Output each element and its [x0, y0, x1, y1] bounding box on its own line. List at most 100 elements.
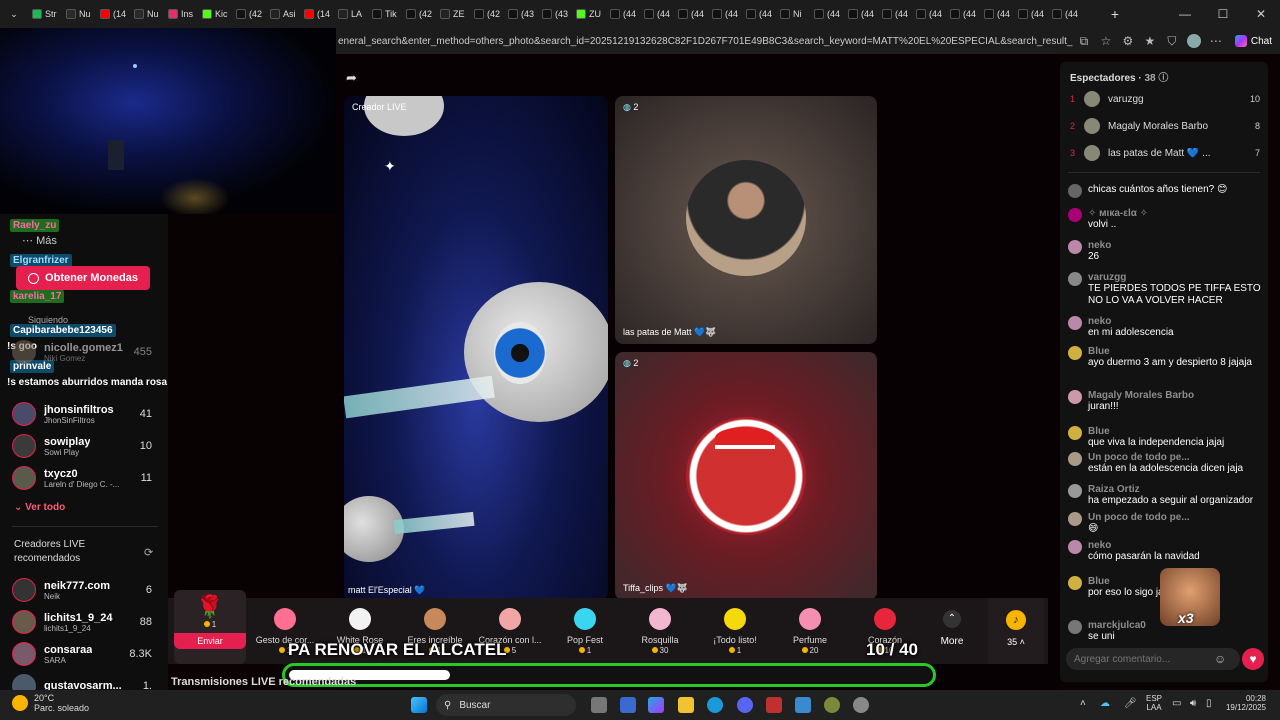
taskbar-search[interactable]: ⚲ Buscar	[436, 694, 576, 716]
copilot-icon[interactable]	[648, 697, 664, 713]
gift-item[interactable]: Perfume 20	[773, 598, 847, 664]
onedrive-icon[interactable]: ☁	[1100, 698, 1110, 709]
profile-avatar[interactable]	[1183, 34, 1205, 48]
browser-tab[interactable]: (43	[504, 4, 538, 24]
host-video[interactable]: ✦ Creador LIVE matt El'Especial 💙	[344, 96, 608, 600]
extensions-icon[interactable]: ⚙	[1117, 34, 1139, 48]
browser-tab[interactable]: (44	[674, 4, 708, 24]
volume-icon[interactable]: 🔊︎	[1190, 698, 1196, 709]
favorites-icon[interactable]: ★	[1139, 34, 1161, 48]
following-item-2[interactable]: jhonsinfiltros JhonSinFiltros 41	[12, 402, 162, 426]
browser-tab[interactable]: (44	[708, 4, 742, 24]
browser-menu-icon[interactable]: ⋯	[1205, 34, 1227, 48]
browser-tab[interactable]: Str	[28, 4, 62, 24]
browser-tab[interactable]: LA	[334, 4, 368, 24]
gift-item[interactable]: Rosquilla 30	[623, 598, 697, 664]
share-icon[interactable]: ➦	[346, 70, 357, 86]
guest-video-2[interactable]: ◍ 2 Tiffa_clips 💙🐺	[615, 352, 877, 600]
comment-field[interactable]	[1074, 653, 1204, 665]
recommended-item-2[interactable]: lichits1_9_24 lichits1_9_24 88	[12, 610, 162, 634]
following-item-3[interactable]: sowiplay Sowi Play 10	[12, 434, 162, 458]
recommended-item-3[interactable]: consaraa SARA 8.3K	[12, 642, 162, 666]
store-icon[interactable]	[620, 697, 636, 713]
top-spectator-row[interactable]: 3 las patas de Matt 💙 ... 7	[1070, 144, 1260, 162]
tab-favicon-icon	[882, 9, 892, 19]
minimize-button[interactable]: —	[1166, 7, 1204, 21]
browser-tab[interactable]: (44	[980, 4, 1014, 24]
info-icon[interactable]: ⓘ	[1158, 73, 1168, 84]
browser-tab[interactable]: (44	[946, 4, 980, 24]
like-button[interactable]: ♥	[1242, 648, 1264, 670]
browser-tab[interactable]: Nu	[62, 4, 96, 24]
battery-icon[interactable]: ▯	[1206, 698, 1212, 709]
browser-tab[interactable]: (44	[810, 4, 844, 24]
browser-tab[interactable]: (44	[844, 4, 878, 24]
app-icon[interactable]	[766, 697, 782, 713]
coin-balance[interactable]: ♪ 35 ˄	[988, 598, 1044, 664]
favorite-star-icon[interactable]: ☆	[1095, 34, 1117, 48]
start-icon[interactable]	[411, 697, 427, 713]
get-coins-button[interactable]: Obtener Monedas	[16, 266, 150, 290]
comment-input[interactable]: ☺	[1066, 648, 1240, 670]
more-link[interactable]: ⋯ Más	[22, 234, 57, 247]
more-gifts-button[interactable]: ⌃ More	[932, 598, 972, 664]
browser-tab[interactable]: (44	[606, 4, 640, 24]
browser-tab[interactable]: (43	[538, 4, 572, 24]
explorer-icon[interactable]	[678, 697, 694, 713]
new-tab-button[interactable]: +	[1103, 4, 1127, 24]
maximize-button[interactable]: ☐	[1204, 7, 1242, 21]
tray-chevron-icon[interactable]: ˄	[1080, 698, 1086, 709]
browser-tab[interactable]: (42	[470, 4, 504, 24]
close-window-button[interactable]: ✕	[1242, 7, 1280, 21]
pip-video[interactable]	[0, 28, 336, 218]
url-field[interactable]: eneral_search&enter_method=others_photo&…	[336, 36, 1073, 47]
collections-icon[interactable]: ⛉	[1161, 34, 1183, 49]
browser-tab[interactable]: (44	[640, 4, 674, 24]
network-icon[interactable]: ▭	[1172, 698, 1181, 709]
see-all-link[interactable]: ⌄ Ver todo	[14, 502, 65, 513]
guest-video-1[interactable]: ◍ 2 las patas de Matt 💙🐺	[615, 96, 877, 344]
following-item-1[interactable]: nicolle.gomez1 Niki Gomez 455	[12, 340, 162, 364]
browser-tab[interactable]: (44	[912, 4, 946, 24]
discord-icon[interactable]	[737, 697, 753, 713]
mic-icon[interactable]: 🎤︎	[1124, 698, 1137, 709]
browser-tab[interactable]: ZE	[436, 4, 470, 24]
tab-menu-button[interactable]: ⌄	[0, 4, 28, 24]
browser-tab[interactable]: (42	[402, 4, 436, 24]
language-indicator[interactable]: ESP LAA	[1146, 694, 1162, 712]
browser-tab[interactable]: Nu	[130, 4, 164, 24]
photos-icon[interactable]	[795, 697, 811, 713]
recommended-item-1[interactable]: neik777.com Neik 6	[12, 578, 162, 602]
browser-tab[interactable]: Kic	[198, 4, 232, 24]
browser-tab[interactable]: ZU	[572, 4, 606, 24]
browser-tab[interactable]: (44	[742, 4, 776, 24]
top-spectator-row[interactable]: 1 varuzgg 10	[1070, 90, 1260, 108]
browser-tab[interactable]: (44	[1048, 4, 1082, 24]
app-icon-2[interactable]	[824, 697, 840, 713]
selected-gift[interactable]: 🌹 1 Enviar	[174, 590, 246, 664]
settings-icon[interactable]	[853, 697, 869, 713]
avatar	[1068, 576, 1082, 590]
top-spectator-row[interactable]: 2 Magaly Morales Barbo 8	[1070, 117, 1260, 135]
emoji-icon[interactable]: ☺	[1214, 652, 1226, 666]
copilot-chat-button[interactable]: Chat	[1227, 33, 1280, 49]
browser-tab[interactable]: Asi	[266, 4, 300, 24]
gift-item[interactable]: ¡Todo listo! 1	[698, 598, 772, 664]
open-external-icon[interactable]: ⧉	[1073, 34, 1095, 49]
browser-tab[interactable]: Tik	[368, 4, 402, 24]
browser-tab[interactable]: (44	[878, 4, 912, 24]
browser-tab[interactable]: (42	[232, 4, 266, 24]
send-gift-button[interactable]: Enviar	[174, 633, 246, 649]
refresh-icon[interactable]: ⟳	[144, 546, 153, 559]
browser-tab[interactable]: Ni	[776, 4, 810, 24]
browser-tab[interactable]: Ins	[164, 4, 198, 24]
browser-tab[interactable]: (14	[96, 4, 130, 24]
gift-item[interactable]: Pop Fest 1	[548, 598, 622, 664]
browser-tab[interactable]: (14	[300, 4, 334, 24]
weather-widget[interactable]: 20°C Parc. soleado	[12, 693, 89, 713]
clock[interactable]: 00:28 19/12/2025	[1222, 694, 1266, 712]
task-view-icon[interactable]	[591, 697, 607, 713]
following-item-4[interactable]: txycz0 Lareln d' Diego C. -... 11	[12, 466, 162, 490]
edge-icon[interactable]	[707, 697, 723, 713]
browser-tab[interactable]: (44	[1014, 4, 1048, 24]
